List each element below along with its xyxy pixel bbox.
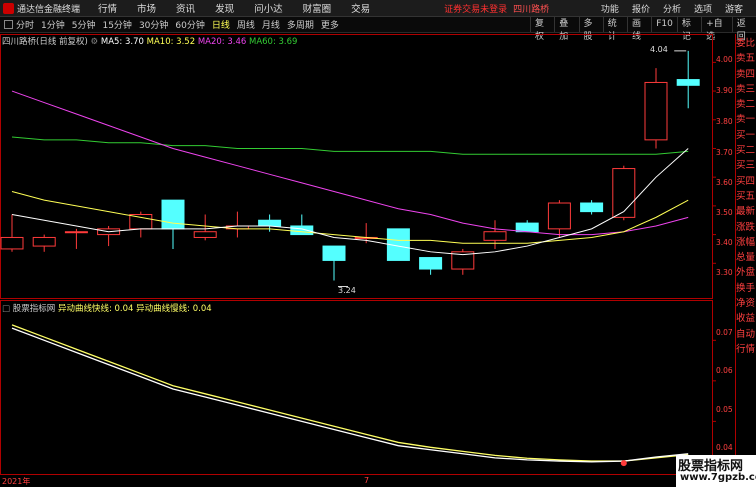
ma20-line bbox=[11, 90, 689, 236]
stock-title: 四川路桥(日线 前复权) bbox=[2, 37, 88, 47]
ma5-line bbox=[11, 148, 689, 256]
indicator-tick: 0.06 bbox=[716, 366, 733, 375]
side-label: 买一 bbox=[736, 129, 756, 141]
price-tick: 3.50 bbox=[716, 208, 733, 217]
auto-quote-label[interactable]: 行情 bbox=[736, 342, 756, 357]
side-label: 涨幅 bbox=[736, 236, 756, 248]
indicator-tick: 0.04 bbox=[716, 443, 733, 452]
side-label: 委比 bbox=[736, 38, 756, 49]
price-tick: 3.30 bbox=[716, 268, 733, 277]
watermark-url: www.7gpzb.com bbox=[680, 472, 756, 483]
slow-curve-line bbox=[11, 324, 689, 462]
quote-side-panel: 委比 卖五 卖四 卖三 卖二 卖一 买一 买二 买三 买四 买五 最新 涨跌 涨… bbox=[736, 36, 756, 357]
ma5-label: MA5: 3.70 bbox=[100, 37, 144, 47]
side-label: 卖一 bbox=[736, 114, 756, 126]
side-label: 收益 bbox=[736, 313, 756, 325]
watermark-logo: 股票指标网 www.7gpzb.com bbox=[676, 455, 756, 487]
auto-quote-label[interactable]: 自动 bbox=[736, 327, 756, 342]
candle-body bbox=[193, 231, 217, 238]
indicator-legend: □ 股票指标网 异动曲线快线: 0.04 异动曲线慢线: 0.04 bbox=[2, 302, 212, 314]
candle-body bbox=[32, 236, 56, 247]
price-tick: 3.40 bbox=[716, 238, 733, 247]
indicator-tick: 0.05 bbox=[716, 405, 733, 414]
fast-line-label: 异动曲线快线: 0.04 bbox=[57, 304, 134, 314]
side-label: 卖二 bbox=[736, 99, 756, 111]
main-legend: 四川路桥(日线 前复权) ⚙ MA5: 3.70 MA10: 3.52 MA20… bbox=[2, 35, 297, 47]
time-axis-mid: 7 bbox=[364, 476, 370, 485]
side-label: 最新 bbox=[736, 206, 756, 218]
side-label: 卖三 bbox=[736, 83, 756, 95]
candle-body bbox=[322, 245, 346, 261]
indicator-tick: 0.07 bbox=[716, 328, 733, 337]
candle-body bbox=[580, 202, 604, 213]
candle-body bbox=[547, 202, 571, 230]
slow-line-label: 异动曲线慢线: 0.04 bbox=[136, 304, 212, 314]
ma20-label: MA20: 3.46 bbox=[197, 37, 247, 47]
side-label: 买五 bbox=[736, 190, 756, 202]
main-pane-frame bbox=[0, 34, 713, 299]
low-price-annotation: 3.24 bbox=[338, 286, 356, 295]
price-tick: 3.60 bbox=[716, 178, 733, 187]
side-label: 换手 bbox=[736, 282, 756, 294]
ma10-label: MA10: 3.52 bbox=[146, 37, 196, 47]
candle-body bbox=[419, 257, 443, 270]
signal-marker-dot bbox=[620, 460, 627, 467]
candle-body bbox=[644, 81, 668, 141]
fast-curve-line bbox=[11, 327, 689, 463]
side-label: 外盘 bbox=[736, 267, 756, 279]
high-price-annotation: 4.04 bbox=[650, 45, 668, 54]
time-axis-start: 2021年 bbox=[2, 477, 31, 486]
side-label: 买三 bbox=[736, 160, 756, 172]
candle-body bbox=[129, 213, 153, 230]
ma60-label: MA60: 3.69 bbox=[248, 37, 298, 47]
candle-body bbox=[612, 168, 636, 218]
indicator-title: 股票指标网 bbox=[12, 304, 56, 314]
indicator-pane-frame bbox=[0, 300, 713, 475]
side-label: 卖五 bbox=[736, 53, 756, 65]
ma60-line bbox=[11, 136, 689, 155]
legend-gear-icon[interactable]: ⚙ bbox=[91, 37, 99, 47]
side-label: 净资 bbox=[736, 298, 756, 310]
ma10-line bbox=[11, 191, 689, 244]
side-label: 涨跌 bbox=[736, 221, 756, 233]
side-label: 买四 bbox=[736, 175, 756, 187]
price-tick: 3.80 bbox=[716, 117, 733, 126]
candle-body bbox=[515, 222, 539, 233]
candle-body bbox=[0, 236, 24, 250]
kline-chart[interactable] bbox=[0, 0, 756, 487]
indicator-menu-icon[interactable]: □ bbox=[2, 304, 10, 314]
candle-body bbox=[483, 231, 507, 241]
candle-body bbox=[258, 219, 282, 227]
side-label: 买二 bbox=[736, 145, 756, 157]
candle-body bbox=[290, 225, 314, 236]
price-tick: 3.90 bbox=[716, 86, 733, 95]
side-label: 总量 bbox=[736, 252, 756, 264]
price-tick: 3.70 bbox=[716, 148, 733, 157]
price-tick: 4.00 bbox=[716, 55, 733, 64]
side-label: 卖四 bbox=[736, 68, 756, 80]
candle-body bbox=[161, 199, 185, 230]
candle-body bbox=[676, 79, 700, 86]
candle-body bbox=[64, 231, 88, 234]
